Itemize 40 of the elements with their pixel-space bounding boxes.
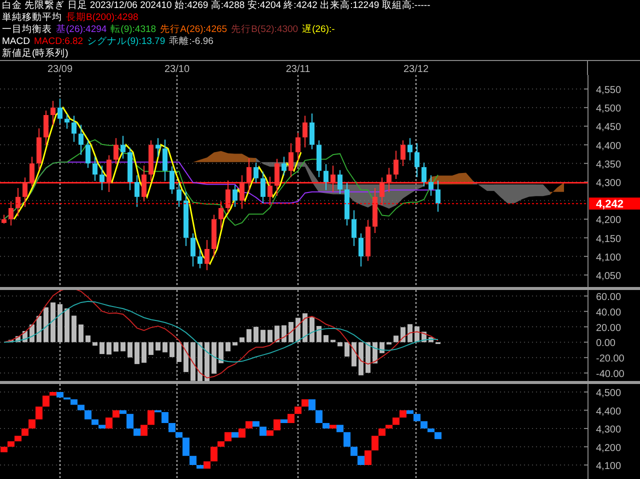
axis-label: 4,400 xyxy=(596,406,622,418)
axis-label: 0.00 xyxy=(596,338,616,350)
legend-text: 基(26):4294 xyxy=(56,24,107,36)
current-price-badge: 4,242 xyxy=(589,198,640,211)
date-label: 23/12 xyxy=(403,63,429,77)
axis-label: 4,200 xyxy=(596,215,622,226)
legend-text: 乖離:-6.96 xyxy=(169,36,214,48)
date-label: 23/11 xyxy=(286,63,310,77)
legend-text: 長期B(200):4298 xyxy=(66,12,138,24)
axis-label: 4,200 xyxy=(596,442,622,454)
date-label: 23/10 xyxy=(164,63,190,77)
legend-text: 先行A(26):4265 xyxy=(160,24,228,36)
axis-label: 4,100 xyxy=(596,252,622,264)
legend-text: 単純移動平均 xyxy=(2,12,62,24)
axis-label: 40.00 xyxy=(596,307,622,318)
axis-label: 4,400 xyxy=(596,140,622,152)
legend-text: 一目均衡表 xyxy=(2,24,52,36)
legend-text: 先行B(52):4300 xyxy=(231,24,298,36)
axis-label: 4,300 xyxy=(596,178,622,189)
legend-text: 転(9):4318 xyxy=(110,24,156,36)
axis-label: 4,050 xyxy=(596,271,622,282)
axis-label: 4,550 xyxy=(596,85,622,96)
legend-text: シグナル(9):13.79 xyxy=(87,36,166,48)
axis-label: 20.00 xyxy=(596,322,622,334)
axis-label: -40.00 xyxy=(596,369,624,380)
axis-label: 4,100 xyxy=(596,461,622,472)
axis-label: 4,150 xyxy=(596,234,622,245)
axis-label: 4,300 xyxy=(596,424,622,436)
axis-label: 4,500 xyxy=(596,104,622,115)
legend-text: 白金 先限繋ぎ 日足 2023/12/06 202410 始:4269 高:4288 安:4204 終:4242 出来高:12249 取組高:----- xyxy=(2,0,430,12)
axis-label: 4,350 xyxy=(596,159,622,170)
date-label: 23/09 xyxy=(47,63,73,77)
axis-label: -20.00 xyxy=(596,354,624,365)
axis-label: 4,450 xyxy=(596,122,622,134)
legend-text: 新値足(時系列) xyxy=(2,48,68,60)
legend-text: MACD xyxy=(2,36,30,48)
legend-text: 遅(26):- xyxy=(302,24,335,36)
legend-text: MACD:6.82 xyxy=(34,36,84,48)
axis-label: 4,500 xyxy=(596,388,622,399)
axis-label: 60.00 xyxy=(596,292,622,303)
